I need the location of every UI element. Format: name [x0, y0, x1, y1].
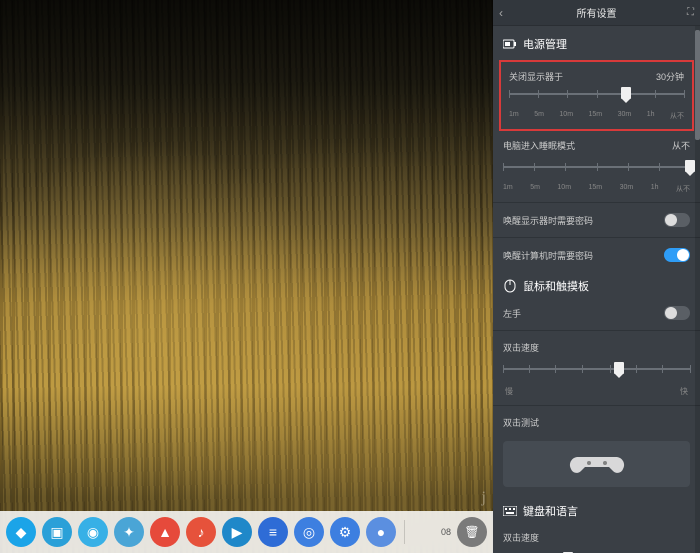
dblclick-test-row: 双击测试: [493, 410, 700, 435]
dblclick-speed-row: 双击速度: [493, 335, 700, 360]
dblclick-speed-thumb[interactable]: [614, 362, 624, 374]
left-hand-toggle[interactable]: [664, 306, 690, 320]
panel-body[interactable]: 电源管理 关闭显示器于 30分钟 1m 5m 10m: [493, 26, 700, 553]
section-keyboard: 键盘和语言: [493, 493, 700, 525]
dock-office[interactable]: ≡: [258, 517, 288, 547]
dock-tray-badge[interactable]: 08: [441, 527, 451, 537]
wake-computer-label: 唤醒计算机时需要密码: [503, 249, 593, 262]
sleep-row: 电脑进入睡眠模式 从不: [493, 133, 700, 158]
wake-display-row: 唤醒显示器时需要密码: [493, 207, 700, 233]
wake-display-toggle[interactable]: [664, 213, 690, 227]
display-off-ticks: 1m 5m 10m 15m 30m 1h 从不: [509, 111, 684, 121]
display-off-value: 30分钟: [656, 70, 684, 83]
panel-title: 所有设置: [577, 5, 617, 20]
keyboard-icon: [503, 504, 517, 518]
dock-video[interactable]: ▶: [222, 517, 252, 547]
desktop-wallpaper: [0, 0, 493, 553]
dock-store[interactable]: ▲: [150, 517, 180, 547]
dblclick-min: 慢: [505, 386, 513, 397]
dblclick-speed-slider[interactable]: 慢 快: [493, 360, 700, 401]
battery-icon: [503, 37, 517, 51]
dock-music[interactable]: ♪: [186, 517, 216, 547]
repeat-speed-row: 双击速度: [493, 525, 700, 550]
dock-app1[interactable]: ◉: [78, 517, 108, 547]
sleep-thumb[interactable]: [685, 160, 695, 172]
dock: ◆ ▣ ◉ ✦ ▲ ♪ ▶ ≡ ◎ ⚙ ● 08 🗑: [0, 511, 493, 553]
dock-settings[interactable]: ⚙: [330, 517, 360, 547]
mouse-icon: [503, 279, 517, 293]
gamepad-icon: [567, 449, 627, 479]
sleep-ticks: 1m 5m 10m 15m 30m 1h 从不: [503, 184, 690, 194]
wake-computer-row: 唤醒计算机时需要密码: [493, 242, 700, 268]
dock-separator: [404, 520, 405, 544]
sleep-label: 电脑进入睡眠模式: [503, 139, 575, 152]
panel-header: ‹ 所有设置 ⛶: [493, 0, 700, 26]
wake-computer-toggle[interactable]: [664, 248, 690, 262]
wake-display-label: 唤醒显示器时需要密码: [503, 214, 593, 227]
dblclick-speed-label: 双击速度: [503, 341, 539, 354]
highlighted-setting: 关闭显示器于 30分钟 1m 5m 10m 15m 30m: [499, 60, 694, 131]
dock-app2[interactable]: ✦: [114, 517, 144, 547]
expand-icon[interactable]: ⛶: [687, 7, 694, 18]
watermark: j: [482, 489, 486, 507]
display-off-label: 关闭显示器于: [509, 70, 563, 83]
left-hand-row: 左手: [493, 300, 700, 326]
sleep-slider[interactable]: 1m 5m 10m 15m 30m 1h 从不: [493, 158, 700, 198]
dock-launcher[interactable]: ◆: [6, 517, 36, 547]
section-mouse-title: 鼠标和触摸板: [523, 278, 589, 294]
section-power: 电源管理: [493, 26, 700, 58]
panel-scrollbar[interactable]: [695, 26, 700, 553]
display-off-slider[interactable]: 1m 5m 10m 15m 30m 1h 从不: [505, 85, 688, 123]
dock-app3[interactable]: ●: [366, 517, 396, 547]
dock-files[interactable]: ▣: [42, 517, 72, 547]
repeat-speed-label: 双击速度: [503, 531, 539, 544]
dock-browser[interactable]: ◎: [294, 517, 324, 547]
display-off-thumb[interactable]: [621, 87, 631, 99]
section-keyboard-title: 键盘和语言: [523, 503, 578, 519]
dblclick-max: 快: [680, 386, 688, 397]
dblclick-test-area[interactable]: [503, 441, 690, 487]
settings-panel: ‹ 所有设置 ⛶ 电源管理 关闭显示器于 30分钟: [493, 0, 700, 553]
section-power-title: 电源管理: [523, 36, 567, 52]
section-mouse: 鼠标和触摸板: [493, 268, 700, 300]
sleep-value: 从不: [672, 139, 690, 152]
display-off-row: 关闭显示器于 30分钟: [505, 66, 688, 85]
dock-trash[interactable]: 🗑: [457, 517, 487, 547]
dblclick-test-label: 双击测试: [503, 416, 539, 429]
left-hand-label: 左手: [503, 307, 521, 320]
back-icon[interactable]: ‹: [499, 6, 503, 20]
